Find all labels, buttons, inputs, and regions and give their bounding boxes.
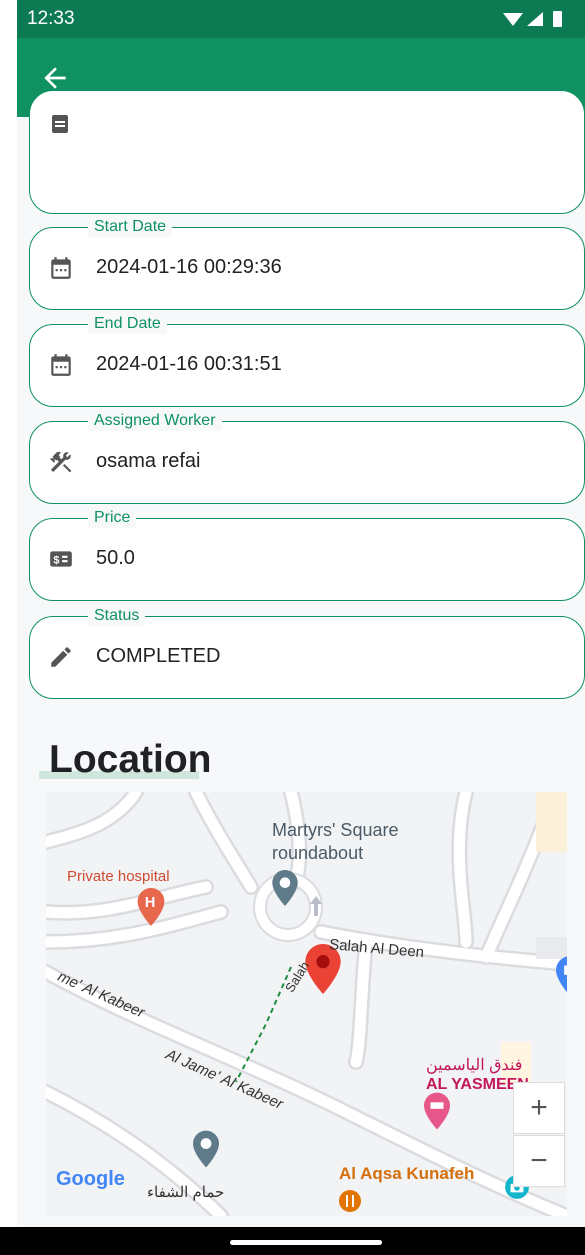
status-value: COMPLETED: [96, 645, 221, 667]
status-label: Status: [88, 606, 146, 626]
status-icons: [501, 10, 571, 33]
end-date-value: 2024-01-16 00:31:51: [96, 353, 282, 375]
start-date-label: Start Date: [88, 217, 173, 237]
restaurant-pin-icon[interactable]: [338, 1189, 362, 1213]
map-view[interactable]: H Martyrs' Square roundabout Private hos…: [46, 792, 567, 1216]
map-label-shifa: حمام الشفاء: [147, 1184, 225, 1201]
zoom-out-button[interactable]: −: [513, 1135, 565, 1187]
app-frame: 12:33 Start Date 2024-01-16 00:29:36 End…: [17, 0, 585, 1255]
pencil-icon: [51, 647, 71, 667]
hospital-pin-icon[interactable]: H: [137, 888, 165, 926]
navigation-bar: [0, 1227, 585, 1255]
battery-icon: [553, 11, 562, 27]
end-date-field[interactable]: End Date 2024-01-16 00:31:51: [29, 314, 585, 407]
price-label: Price: [88, 508, 137, 528]
map-label-hospital: Private hospital: [67, 868, 170, 885]
map-label-aqsa: Al Aqsa Kunafeh: [339, 1164, 475, 1183]
status-time: 12:33: [27, 8, 75, 29]
map-label-martyrs: Martyrs' Square: [272, 820, 399, 840]
assigned-worker-value: osama refai: [96, 450, 201, 472]
status-field[interactable]: Status COMPLETED: [29, 606, 585, 699]
map-label-roundabout: roundabout: [272, 843, 364, 863]
map-label-yasmeen-ar: فندق الياسمين: [426, 1057, 523, 1074]
location-title: Location: [49, 738, 212, 781]
assigned-worker-label: Assigned Worker: [88, 411, 222, 431]
price-field[interactable]: Price $ 50.0: [29, 508, 585, 601]
tools-icon: [50, 451, 72, 473]
assigned-worker-field[interactable]: Assigned Worker osama refai: [29, 411, 585, 504]
calendar-icon: [51, 257, 71, 279]
poi-pin-icon[interactable]: [193, 1130, 219, 1168]
start-date-field[interactable]: Start Date 2024-01-16 00:29:36: [29, 217, 585, 310]
zoom-in-button[interactable]: +: [513, 1082, 565, 1134]
price-icon: $: [50, 551, 72, 567]
status-bar: 12:33: [17, 0, 585, 38]
home-handle[interactable]: [230, 1240, 382, 1245]
shopping-pin-icon[interactable]: [556, 956, 567, 996]
calendar-icon: [51, 354, 71, 376]
document-icon: [52, 115, 68, 133]
price-value: 50.0: [96, 547, 135, 569]
signal-icon: [527, 12, 543, 26]
google-logo: Google: [56, 1168, 125, 1190]
direction-arrow-icon: [310, 896, 322, 916]
map-pin-icon[interactable]: [272, 870, 298, 906]
wifi-icon: [503, 13, 523, 26]
start-date-value: 2024-01-16 00:29:36: [96, 256, 282, 278]
description-field[interactable]: [29, 90, 585, 214]
hotel-pin-icon[interactable]: [424, 1092, 450, 1130]
svg-text:$: $: [53, 554, 59, 566]
map-block: [536, 792, 567, 852]
svg-text:H: H: [145, 895, 155, 911]
end-date-label: End Date: [88, 314, 167, 334]
